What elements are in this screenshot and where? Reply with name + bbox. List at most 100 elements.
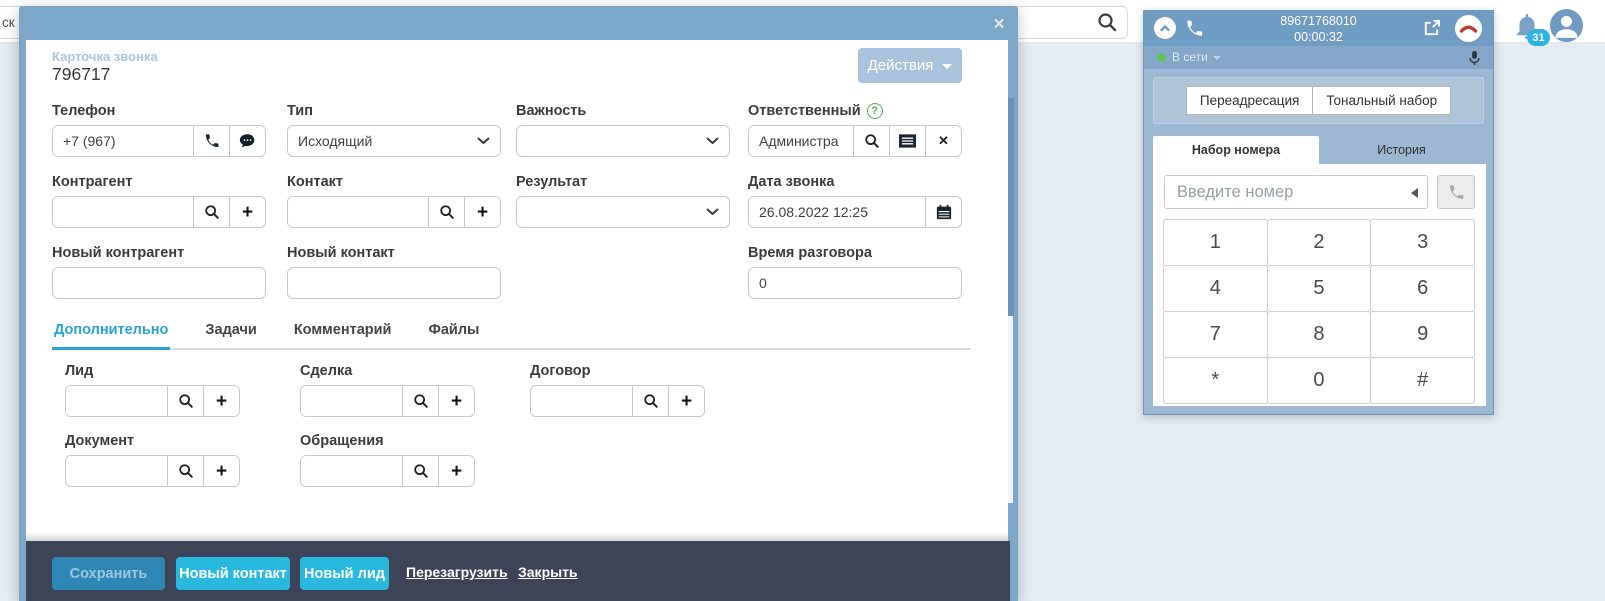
- search-icon[interactable]: [428, 197, 464, 227]
- search-icon[interactable]: [402, 456, 438, 486]
- key-5[interactable]: 5: [1266, 265, 1372, 312]
- new-lead-button[interactable]: Новый лид: [300, 557, 389, 590]
- deal-input[interactable]: [301, 386, 402, 416]
- document-input[interactable]: [66, 456, 167, 486]
- call-icon[interactable]: [193, 126, 229, 156]
- help-icon[interactable]: ?: [866, 103, 883, 119]
- result-select[interactable]: [516, 196, 730, 228]
- phone-label: Телефон: [52, 103, 116, 119]
- search-icon[interactable]: [167, 456, 203, 486]
- call-date-input[interactable]: [749, 197, 925, 227]
- new-counterparty-label: Новый контрагент: [52, 245, 185, 261]
- counterparty-field-group: +: [52, 196, 266, 228]
- add-icon[interactable]: +: [438, 456, 474, 486]
- actions-button[interactable]: Действия: [858, 48, 962, 83]
- chevron-down-icon: [477, 137, 490, 144]
- keypad: 1 2 3 4 5 6 7 8 9 * 0 #: [1163, 219, 1475, 404]
- dial-number-input[interactable]: [1164, 175, 1428, 209]
- search-icon[interactable]: [1096, 11, 1118, 33]
- appeals-input[interactable]: [301, 456, 402, 486]
- add-icon[interactable]: +: [668, 386, 704, 416]
- add-icon[interactable]: +: [464, 197, 500, 227]
- type-select[interactable]: Исходящий: [287, 125, 501, 157]
- contract-input[interactable]: [531, 386, 632, 416]
- search-icon[interactable]: [632, 386, 668, 416]
- tab-dial[interactable]: Набор номера: [1153, 136, 1319, 164]
- clear-icon[interactable]: ✕: [925, 126, 961, 156]
- search-icon[interactable]: [193, 197, 229, 227]
- new-contact-input[interactable]: [287, 267, 501, 299]
- status-dropdown[interactable]: В сети: [1172, 50, 1221, 64]
- document-label: Документ: [65, 433, 135, 449]
- close-icon[interactable]: ×: [989, 15, 1009, 35]
- list-details-icon[interactable]: [889, 126, 925, 156]
- search-icon[interactable]: [167, 386, 203, 416]
- add-icon[interactable]: +: [229, 197, 265, 227]
- add-icon[interactable]: +: [203, 386, 239, 416]
- softphone-header: 89671768010 00:00:32: [1144, 11, 1493, 46]
- key-8[interactable]: 8: [1266, 311, 1372, 358]
- external-link-icon[interactable]: [1422, 19, 1441, 38]
- lead-input[interactable]: [66, 386, 167, 416]
- close-link[interactable]: Закрыть: [518, 564, 578, 580]
- lead-label: Лид: [65, 363, 94, 379]
- call-card-modal: × Карточка звонка 796717 Действия Телефо…: [19, 6, 1018, 601]
- tab-additional[interactable]: Дополнительно: [52, 316, 171, 350]
- dial-call-button[interactable]: [1437, 175, 1475, 209]
- key-9[interactable]: 9: [1370, 311, 1475, 358]
- online-status-dot: [1157, 53, 1166, 62]
- document-field-group: +: [65, 455, 240, 487]
- tab-files[interactable]: Файлы: [426, 316, 481, 348]
- tab-tasks[interactable]: Задачи: [203, 316, 258, 348]
- key-1[interactable]: 1: [1163, 219, 1268, 266]
- add-icon[interactable]: +: [203, 456, 239, 486]
- key-4[interactable]: 4: [1163, 265, 1268, 312]
- new-contact-label: Новый контакт: [287, 245, 395, 261]
- key-6[interactable]: 6: [1370, 265, 1475, 312]
- call-card-content: Карточка звонка 796717 Действия Телефон …: [26, 40, 1008, 541]
- modal-tabs: Дополнительно Задачи Комментарий Файлы: [52, 316, 971, 350]
- chevron-down-icon: [1212, 55, 1221, 60]
- microphone-icon[interactable]: [1467, 50, 1482, 66]
- counterparty-input[interactable]: [53, 197, 193, 227]
- avatar[interactable]: [1550, 9, 1583, 42]
- phone-input[interactable]: [53, 126, 193, 156]
- key-star[interactable]: *: [1163, 357, 1268, 404]
- topbar-clipped-text: ск: [2, 15, 15, 30]
- save-button[interactable]: Сохранить: [52, 557, 165, 590]
- key-7[interactable]: 7: [1163, 311, 1268, 358]
- importance-select[interactable]: [516, 125, 730, 157]
- sms-chat-icon[interactable]: [229, 126, 265, 156]
- key-2[interactable]: 2: [1266, 219, 1372, 266]
- responsible-field-group: ✕: [748, 125, 962, 157]
- contract-field-group: +: [530, 385, 705, 417]
- key-hash[interactable]: #: [1370, 357, 1475, 404]
- responsible-input[interactable]: [749, 126, 853, 156]
- type-label: Тип: [287, 103, 313, 119]
- deal-field-group: +: [300, 385, 475, 417]
- search-icon[interactable]: [853, 126, 889, 156]
- tab-history[interactable]: История: [1319, 136, 1484, 164]
- talk-time-input[interactable]: [748, 267, 962, 299]
- notifications-badge: 31: [1527, 29, 1550, 46]
- contract-label: Договор: [530, 363, 591, 379]
- modal-footer: Сохранить Новый контакт Новый лид Переза…: [26, 541, 1010, 601]
- talk-time-label: Время разговора: [748, 245, 872, 261]
- backspace-icon[interactable]: [1411, 188, 1418, 198]
- reload-link[interactable]: Перезагрузить: [406, 564, 508, 580]
- tab-comment[interactable]: Комментарий: [292, 316, 394, 348]
- modal-title: 796717: [52, 64, 110, 84]
- new-contact-button[interactable]: Новый контакт: [176, 557, 290, 590]
- call-date-field-group: [748, 196, 962, 228]
- new-counterparty-input[interactable]: [52, 267, 266, 299]
- add-icon[interactable]: +: [438, 386, 474, 416]
- calendar-icon[interactable]: [925, 197, 961, 227]
- contact-input[interactable]: [288, 197, 428, 227]
- search-icon[interactable]: [402, 386, 438, 416]
- hangup-button[interactable]: [1455, 15, 1482, 42]
- dtmf-button[interactable]: Тональный набор: [1312, 86, 1452, 115]
- key-0[interactable]: 0: [1266, 357, 1372, 404]
- counterparty-label: Контрагент: [52, 174, 133, 190]
- key-3[interactable]: 3: [1370, 219, 1475, 266]
- forward-button[interactable]: Переадресация: [1185, 86, 1314, 115]
